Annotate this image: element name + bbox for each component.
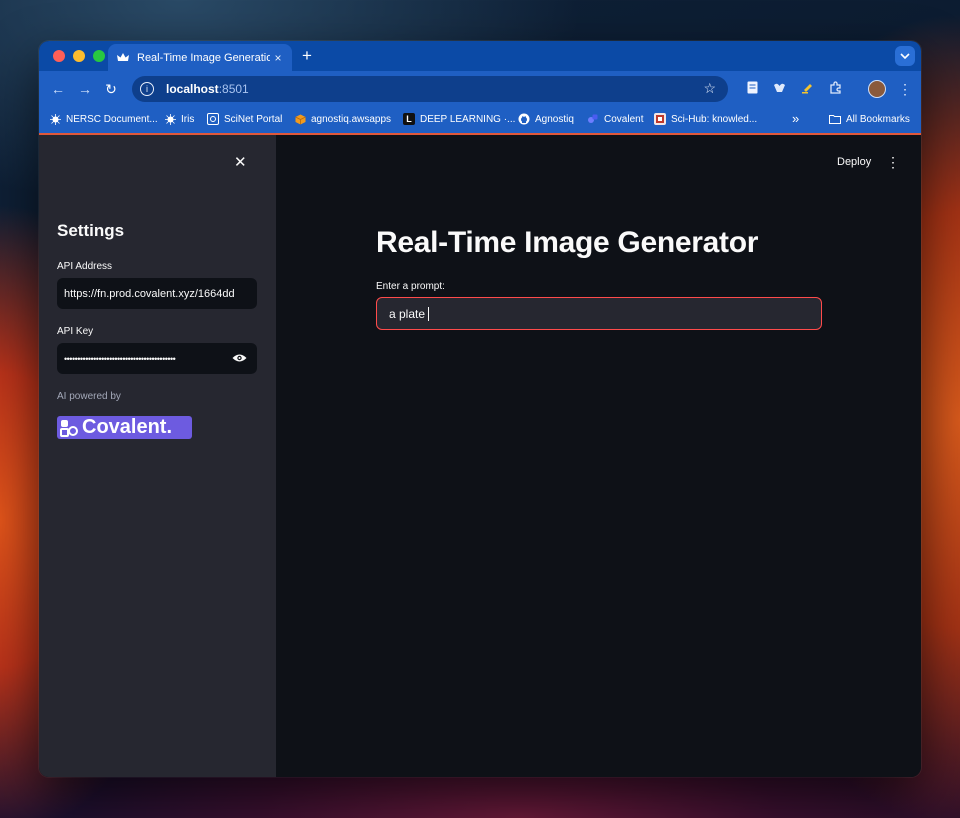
nersc-icon [164,113,176,125]
logo-dot: . [166,416,173,438]
app-page: ✕ Settings API Address https://fn.prod.c… [39,135,921,777]
bookmark-label: Agnostiq [535,113,574,125]
letter-l-icon: L [403,113,415,125]
bookmark-agnostiq[interactable]: Agnostiq [518,113,574,125]
settings-sidebar: ✕ Settings API Address https://fn.prod.c… [39,135,276,777]
covalent-icon [587,113,599,125]
bookmark-label: Sci-Hub: knowled... [671,113,758,125]
chevron-down-icon [900,53,910,59]
streamlit-crown-icon [117,52,129,64]
bookmark-covalent[interactable]: Covalent [587,113,643,125]
minimize-window-button[interactable] [73,50,85,62]
covalent-logo-text: Covalent [82,416,167,438]
covalent-logo-mark-icon [60,419,78,437]
browser-toolbar: ← → ↻ i localhost:8501 ☆ ⋮ [39,71,921,107]
bookmark-label: SciNet Portal [224,113,283,125]
url-port: :8501 [218,82,249,96]
api-key-value: ••••••••••••••••••••••••••••••••••••••••… [64,353,176,364]
bookmark-label: Covalent [604,113,644,125]
prompt-label: Enter a prompt: [376,281,445,292]
api-key-input[interactable]: ••••••••••••••••••••••••••••••••••••••••… [57,343,257,374]
url-host: localhost [166,82,219,96]
tab-real-time-image-generation[interactable]: Real-Time Image Generation × [108,44,292,71]
highlighter-extension-icon[interactable] [799,81,815,97]
deploy-button[interactable]: Deploy [837,156,871,168]
bookmark-agnostiq-awsapps[interactable]: agnostiq.awsapps [294,113,391,125]
api-key-label: API Key [57,326,94,337]
bookmarks-bar: NERSC Document... Iris SciNet Portal agn… [39,107,921,135]
profile-avatar[interactable] [868,80,886,98]
folder-icon [829,113,841,125]
bookmark-label: DEEP LEARNING ·... [420,113,516,125]
bookmarks-overflow-button[interactable]: » [792,111,799,126]
bookmark-scinet[interactable]: SciNet Portal [207,113,282,125]
bookmark-sci-hub[interactable]: Sci-Hub: knowled... [654,113,757,125]
text-caret [428,306,430,321]
browser-menu-icon[interactable]: ⋮ [897,81,913,97]
bookmark-nersc[interactable]: NERSC Document... [49,113,158,125]
address-bar[interactable]: i localhost:8501 ☆ [132,76,728,102]
forward-button[interactable]: → [76,80,94,98]
bookmark-label: Iris [181,113,195,125]
scihub-icon [654,113,666,125]
extensions-puzzle-icon[interactable] [827,81,843,97]
covalent-logo: Covalent. [57,416,192,439]
api-address-label: API Address [57,261,113,272]
maximize-window-button[interactable] [93,50,105,62]
browser-window: Real-Time Image Generation × + ← → ↻ i l… [39,41,921,777]
all-bookmarks-button[interactable]: All Bookmarks [829,113,910,125]
back-button[interactable]: ← [49,80,67,98]
bookmark-label: All Bookmarks [846,113,910,125]
sidebar-close-button[interactable]: ✕ [234,153,247,171]
main-menu-button[interactable]: ⋮ [886,154,900,171]
sidebar-title: Settings [57,221,125,240]
tab-search-button[interactable] [895,46,915,66]
bookmark-iris[interactable]: Iris [164,113,194,125]
github-icon [518,113,530,125]
scinet-icon [207,113,219,125]
bird-extension-icon[interactable] [771,81,787,97]
close-window-button[interactable] [53,50,65,62]
nersc-icon [49,113,61,125]
site-info-icon[interactable]: i [140,82,154,96]
bookmark-label: agnostiq.awsapps [311,113,392,125]
document-extension-icon[interactable] [744,81,760,97]
show-password-eye-icon[interactable] [232,351,247,366]
bookmark-star-icon[interactable]: ☆ [703,80,716,97]
window-controls [53,50,105,62]
tab-title: Real-Time Image Generation [137,51,270,64]
bookmark-label: NERSC Document... [66,113,158,125]
reload-button[interactable]: ↻ [102,80,120,98]
prompt-value: a plate [389,306,426,321]
bookmark-deep-learning[interactable]: L DEEP LEARNING ·... [403,113,515,125]
page-title: Real-Time Image Generator [376,226,759,259]
new-tab-button[interactable]: + [297,46,317,66]
prompt-input[interactable]: a plate [376,297,822,330]
api-address-input[interactable]: https://fn.prod.covalent.xyz/1664dd [57,278,257,309]
tab-strip: Real-Time Image Generation × + [39,41,921,71]
tab-close-icon[interactable]: × [270,51,286,65]
aws-cube-icon [294,113,306,125]
ai-powered-by-label: AI powered by [57,391,121,402]
